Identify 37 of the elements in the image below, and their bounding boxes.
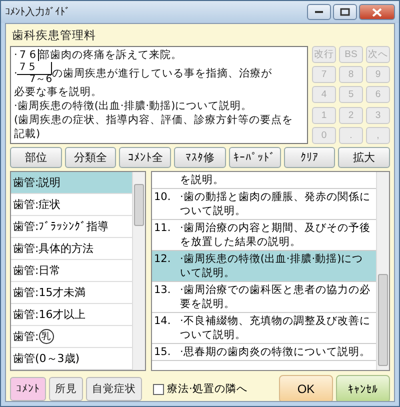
toolbar-button[interactable]: 部位 — [10, 147, 62, 168]
comment-item[interactable]: を説明。 — [152, 172, 376, 189]
toolbar-button[interactable]: 分類全 — [64, 147, 116, 168]
maximize-icon — [340, 8, 350, 16]
close-button[interactable] — [359, 4, 395, 20]
category-item[interactable]: 歯管:説明 — [11, 172, 132, 194]
toolbar-button[interactable]: 拡大 — [338, 147, 390, 168]
toolbar-button[interactable]: ｺﾒﾝﾄ全 — [119, 147, 172, 168]
bullet: · — [14, 49, 18, 61]
minimize-button[interactable] — [307, 4, 331, 20]
toolbar-button[interactable]: ｷｰﾊﾟｯﾄﾞ — [228, 147, 281, 168]
scrollbar[interactable] — [376, 172, 389, 370]
comment-text: 部歯肉の疼痛を訴えて来院。 — [39, 49, 182, 61]
ok-button[interactable]: OK — [279, 375, 333, 401]
mode-tab[interactable]: 所見 — [49, 377, 83, 401]
checkbox-label: 療法·処置の隣へ — [167, 382, 248, 396]
toolbar-button[interactable]: ｸﾘｱ — [284, 147, 336, 168]
comment-text: 必要な事を説明。 — [14, 86, 102, 98]
toolbar-button[interactable]: ﾏｽﾀ修 — [174, 147, 226, 168]
comment-text: (歯周疾患の症状、指導内容、評価、診療方針等の要点を記載) — [14, 114, 294, 140]
mode-tab[interactable]: 自覚症状 — [86, 377, 142, 401]
comment-text-area[interactable]: · 7 6 部歯肉の疼痛を訴えて来院。 · 7 5 7～6の歯周疾患が進行している事を指摘、治療が 必要な事を説明。 ·歯周疾患の特徴(出血·排膿·動揺)について説明。 (歯周疾患の症状、指導内容、評価、診療方針等の要点を記載) — [10, 46, 308, 144]
mode-tab[interactable]: ｺﾒﾝﾄ — [10, 377, 46, 401]
maximize-button[interactable] — [333, 4, 357, 20]
comment-item[interactable]: 12. ·歯周疾患の特徴(出血·排膿·動揺)について説明。 — [152, 251, 376, 282]
tooth-notation: 7 6 — [17, 49, 40, 61]
checkbox[interactable] — [153, 384, 164, 394]
bullet: · — [14, 67, 18, 80]
scrollbar[interactable] — [132, 172, 145, 370]
cancel-button[interactable]: ｷｬﾝｾﾙ — [336, 375, 390, 401]
comment-item[interactable]: 15. ·思春期の歯肉炎の特徴について説明。 — [152, 344, 376, 361]
comment-text: ·歯周疾患の特徴(出血·排膿·動揺)について説明。 — [14, 100, 252, 112]
comment-text: の歯周疾患が進行している事を指摘、治療が — [52, 67, 272, 80]
section-title: 歯科疾患管理料 — [11, 27, 97, 43]
close-icon — [372, 8, 382, 16]
window-title: ｺﾒﾝﾄ入力ｶﾞｲﾄﾞ — [5, 6, 70, 19]
tooth-notation: 7 5 7～6 — [17, 62, 52, 85]
